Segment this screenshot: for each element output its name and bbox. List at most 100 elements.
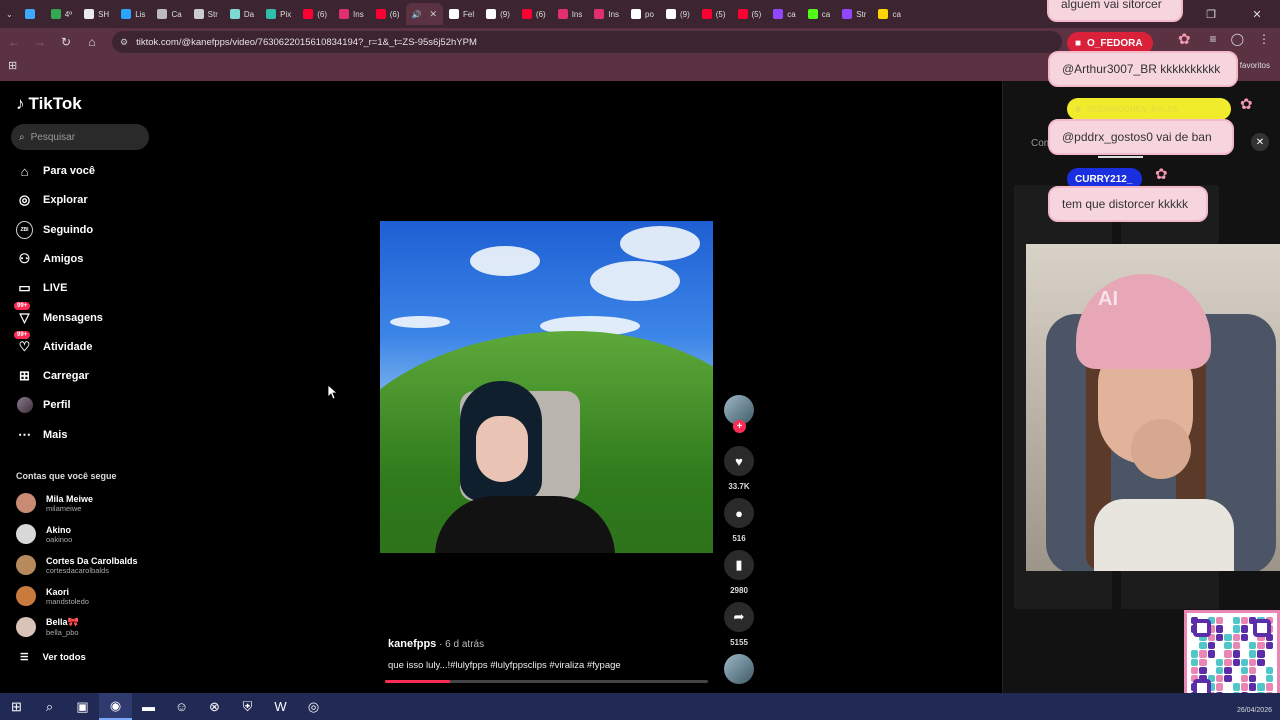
following-accounts-title: Contas que você segue bbox=[16, 471, 117, 481]
tab-active[interactable]: 🔊 ✕ bbox=[405, 3, 444, 25]
close-panel-button[interactable]: ✕ bbox=[1251, 133, 1269, 151]
nav-item-perfil[interactable]: Perfil bbox=[16, 395, 71, 415]
nav-item-mais[interactable]: ⋯ Mais bbox=[16, 425, 67, 445]
bookmarks-folder[interactable]: favoritos bbox=[1240, 61, 1270, 70]
home-browser-icon[interactable]: ⌂ bbox=[80, 30, 104, 54]
comment-icon: ● bbox=[735, 505, 743, 521]
follow-plus-icon[interactable]: + bbox=[733, 420, 746, 433]
browser-tab[interactable]: Str bbox=[188, 3, 224, 25]
more-icon: ⋯ bbox=[18, 426, 31, 442]
following-icon: ZBI bbox=[16, 220, 33, 239]
nav-item-explorar[interactable]: ◎ Explorar bbox=[16, 190, 88, 210]
browser-tab[interactable]: (6) bbox=[297, 3, 333, 25]
site-info-icon[interactable]: ⚙ bbox=[120, 37, 128, 48]
browser-tab[interactable]: (9) bbox=[480, 3, 516, 25]
url-bar[interactable]: ⚙ tiktok.com/@kanefpps/video/76306220156… bbox=[112, 31, 1062, 53]
task-view-icon[interactable]: ▣ bbox=[66, 693, 99, 720]
tab-search-icon[interactable]: ≡ bbox=[1210, 32, 1217, 46]
qr-module bbox=[1265, 666, 1273, 675]
account-handle: oakinoo bbox=[46, 534, 73, 544]
like-button[interactable]: ♥ bbox=[724, 446, 754, 476]
chat-message-text: @pddrx_gostos0 vai de ban bbox=[1062, 130, 1212, 144]
nav-item-mensagens[interactable]: ▽ 99+ Mensagens bbox=[14, 302, 103, 328]
sound-avatar[interactable] bbox=[724, 654, 754, 684]
browser-tab[interactable]: Da bbox=[224, 3, 260, 25]
qr-module bbox=[1199, 658, 1207, 666]
video-progress-bar[interactable] bbox=[385, 680, 708, 683]
restore-icon[interactable]: ❐ bbox=[1188, 0, 1234, 28]
browser-tab[interactable]: ca bbox=[767, 3, 801, 25]
close-tab-icon[interactable]: ✕ bbox=[429, 9, 437, 20]
followed-account[interactable]: Bella🎀 bella_pbo bbox=[16, 617, 79, 637]
nav-item-amigos[interactable]: ⚇ Amigos bbox=[16, 249, 84, 269]
nav-item-seguindo[interactable]: ZBI Seguindo bbox=[16, 220, 93, 240]
windows-start-icon[interactable]: ⊞ bbox=[0, 693, 33, 720]
browser-tab[interactable]: po bbox=[625, 3, 660, 25]
browser-tab[interactable]: 4º bbox=[45, 3, 78, 25]
discord-icon[interactable]: ☺ bbox=[165, 693, 198, 720]
browser-tab[interactable]: ca bbox=[802, 3, 836, 25]
nav-item-live[interactable]: ▭ LIVE bbox=[16, 278, 67, 298]
comment-button[interactable]: ● bbox=[724, 498, 754, 528]
search-input[interactable] bbox=[30, 131, 131, 143]
browser-tab[interactable]: Ins bbox=[552, 3, 589, 25]
browser-tab[interactable]: Str bbox=[836, 3, 872, 25]
tab-label: Ins bbox=[353, 9, 364, 19]
tab-label: (6) bbox=[389, 9, 400, 19]
video-player[interactable] bbox=[380, 221, 713, 553]
browser-tab[interactable]: SH bbox=[78, 3, 115, 25]
live-icon: ▭ bbox=[18, 280, 31, 296]
browser-tab[interactable]: Pix bbox=[260, 3, 297, 25]
speaker-icon[interactable]: 🔊 bbox=[412, 10, 422, 19]
tab-label: ca bbox=[892, 9, 901, 19]
browser-tab[interactable]: (6) bbox=[370, 3, 406, 25]
nav-item-para-voce[interactable]: ⌂ Para você bbox=[16, 161, 95, 181]
browser-tab[interactable]: Ca bbox=[151, 3, 187, 25]
account-name: Cortes Da Carolbalds bbox=[46, 555, 138, 566]
nav-item-atividade[interactable]: ♡ 99+ Atividade bbox=[14, 331, 93, 357]
qr-module bbox=[1232, 633, 1240, 641]
followed-account[interactable]: Mila Meiwe milameiwe bbox=[16, 493, 93, 513]
browser-tab[interactable]: (9) bbox=[660, 3, 696, 25]
browser-tab[interactable]: Fel bbox=[443, 3, 480, 25]
reload-icon[interactable]: ↻ bbox=[54, 30, 78, 54]
browser-tab[interactable] bbox=[19, 3, 45, 25]
author-name: kanefpps bbox=[388, 638, 437, 650]
qr-module bbox=[1224, 650, 1232, 658]
browser-tab[interactable]: (6) bbox=[516, 3, 552, 25]
nav-label: Mais bbox=[43, 428, 68, 441]
browser-tab[interactable]: (5) bbox=[696, 3, 732, 25]
word-icon[interactable]: W bbox=[264, 693, 297, 720]
browser-tab[interactable]: ca bbox=[872, 3, 906, 25]
menu-icon[interactable]: ⋮ bbox=[1258, 32, 1270, 46]
forward-icon[interactable]: → bbox=[28, 30, 52, 54]
see-all-link[interactable]: ☰ Ver todos bbox=[20, 652, 86, 663]
apps-grid-icon[interactable]: ⊞ bbox=[8, 59, 17, 72]
search-taskbar-icon[interactable]: ⌕ bbox=[33, 693, 66, 720]
browser-tab[interactable]: (5) bbox=[732, 3, 768, 25]
file-explorer-icon[interactable]: ▬ bbox=[132, 693, 165, 720]
tab-search-dropdown[interactable]: ⌄ bbox=[0, 3, 19, 25]
nav-item-carregar[interactable]: ⊞ Carregar bbox=[16, 366, 89, 386]
browser-tab[interactable]: Ins bbox=[333, 3, 370, 25]
qr-module bbox=[1215, 617, 1224, 625]
security-icon[interactable]: ⛨ bbox=[231, 693, 264, 720]
followed-account[interactable]: Cortes Da Carolbalds cortesdacarolbalds bbox=[16, 555, 138, 575]
chrome-icon[interactable]: ◉ bbox=[99, 693, 132, 720]
account-icon[interactable]: ◯ bbox=[1231, 32, 1244, 46]
share-button[interactable]: ➦ bbox=[724, 602, 754, 632]
close-window-icon[interactable]: ✕ bbox=[1234, 0, 1280, 28]
browser-tab[interactable]: Ins bbox=[588, 3, 625, 25]
tiktok-logo[interactable]: ♪ TikTok bbox=[16, 94, 82, 114]
back-icon[interactable]: ← bbox=[2, 30, 26, 54]
search-box[interactable]: ⌕ bbox=[11, 124, 149, 150]
tab-favicon-icon bbox=[339, 9, 350, 19]
followed-account[interactable]: Akino oakinoo bbox=[16, 524, 72, 544]
tab-label: (9) bbox=[500, 9, 510, 19]
save-button[interactable]: ▮ bbox=[724, 550, 754, 580]
xbox-icon[interactable]: ⊗ bbox=[198, 693, 231, 720]
browser-tab[interactable]: Lis bbox=[115, 3, 151, 25]
video-author[interactable]: kanefpps · 6 d atrás bbox=[388, 638, 484, 650]
followed-account[interactable]: Kaori mandstoledo bbox=[16, 586, 89, 606]
obs-icon[interactable]: ◎ bbox=[297, 693, 330, 720]
